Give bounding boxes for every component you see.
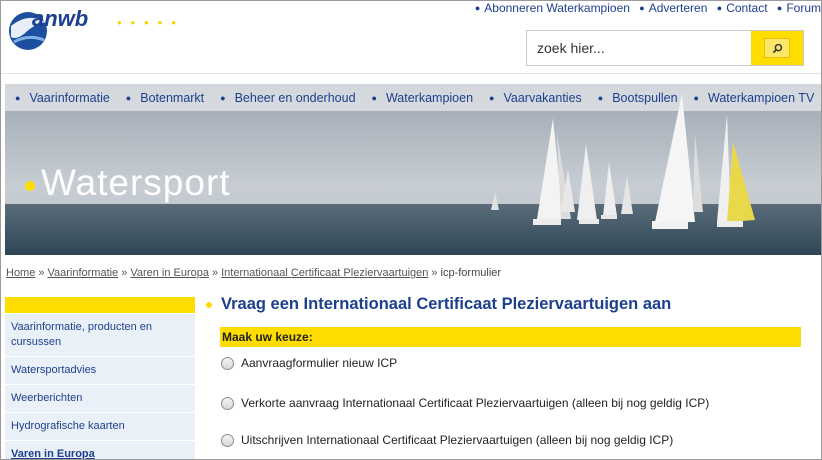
sidebar-item-vaarinformatie[interactable]: Vaarinformatie, producten en cursussen <box>5 314 195 357</box>
nav-item-vaarinformatie[interactable]: ● Vaarinformatie <box>15 91 110 105</box>
sidebar: Vaarinformatie, producten en cursussen W… <box>5 314 195 459</box>
nav-item-waterkampioen[interactable]: ● Waterkampioen <box>372 91 474 105</box>
browser-viewport: anwb ••••• ● Abonneren Waterkampioen ● Adv… <box>0 0 822 460</box>
header-divider <box>1 73 821 74</box>
top-link-contact[interactable]: ● Contact <box>717 1 768 15</box>
nav-item-bootspullen[interactable]: ● Bootspullen <box>598 91 678 105</box>
search-box <box>526 30 804 66</box>
top-links: ● Abonneren Waterkampioen ● Adverteren ● Co… <box>469 1 821 17</box>
radio-button[interactable] <box>221 356 234 370</box>
search-icon <box>764 38 790 58</box>
logo-text: anwb <box>32 6 88 31</box>
yellow-bullet-icon <box>206 301 212 308</box>
breadcrumb-current: icp-formulier <box>440 267 502 279</box>
breadcrumb-varen-in-europa[interactable]: Varen in Europa <box>130 267 209 279</box>
hero-banner: ● Vaarinformatie ● Botenmarkt ● Beheer en o… <box>5 84 821 255</box>
option-nieuw-icp[interactable]: Aanvraagformulier nieuw ICP <box>221 356 397 370</box>
nav-item-vaarvakanties[interactable]: ● Vaarvakanties <box>489 91 582 105</box>
top-link-adverteren[interactable]: ● Adverteren <box>639 1 707 15</box>
radio-button[interactable] <box>221 433 234 447</box>
nav-item-botenmarkt[interactable]: ● Botenmarkt <box>126 91 204 105</box>
choice-label: Maak uw keuze: <box>220 327 801 347</box>
breadcrumb: Home» Vaarinformatie» Varen in Europa» Inte… <box>6 267 502 279</box>
banner-title: Watersport <box>25 162 231 204</box>
sidebar-item-watersportadvies[interactable]: Watersportadvies <box>5 357 195 385</box>
sidebar-item-hydrografische-kaarten[interactable]: Hydrografische kaarten <box>5 413 195 441</box>
breadcrumb-home[interactable]: Home <box>6 267 35 279</box>
top-link-forum[interactable]: ● Forum <box>777 1 821 15</box>
sidebar-item-weerberichten[interactable]: Weerberichten <box>5 385 195 413</box>
anwb-logo[interactable]: anwb <box>6 4 111 54</box>
main-nav: ● Vaarinformatie ● Botenmarkt ● Beheer en o… <box>5 84 821 111</box>
nav-item-waterkampioen-tv[interactable]: ● Waterkampioen TV <box>694 91 815 105</box>
sidebar-header-bar <box>5 297 195 313</box>
option-uitschrijven[interactable]: Uitschrijven Internationaal Certificaat … <box>221 433 673 447</box>
option-verkorte-aanvraag[interactable]: Verkorte aanvraag Internationaal Certifi… <box>221 396 709 410</box>
option-label: Verkorte aanvraag Internationaal Certifi… <box>241 396 710 410</box>
nav-item-beheer-en-onderhoud[interactable]: ● Beheer en onderhoud <box>220 91 355 105</box>
page-title: Vraag een Internationaal Certificaat Ple… <box>206 295 671 314</box>
breadcrumb-vaarinformatie[interactable]: Vaarinformatie <box>47 267 118 279</box>
search-input[interactable] <box>535 38 749 58</box>
radio-button[interactable] <box>221 396 234 410</box>
logo-decoration-dots: ••••• <box>117 15 185 30</box>
option-label: Uitschrijven Internationaal Certificaat … <box>241 433 674 447</box>
breadcrumb-icp[interactable]: Internationaal Certificaat Pleziervaartu… <box>221 267 428 279</box>
top-link-abonneren[interactable]: ● Abonneren Waterkampioen <box>475 1 630 15</box>
sidebar-item-varen-in-europa[interactable]: Varen in Europa <box>5 441 195 459</box>
option-label: Aanvraagformulier nieuw ICP <box>241 356 398 370</box>
search-button[interactable] <box>751 31 803 65</box>
yellow-dot-icon <box>25 181 35 191</box>
